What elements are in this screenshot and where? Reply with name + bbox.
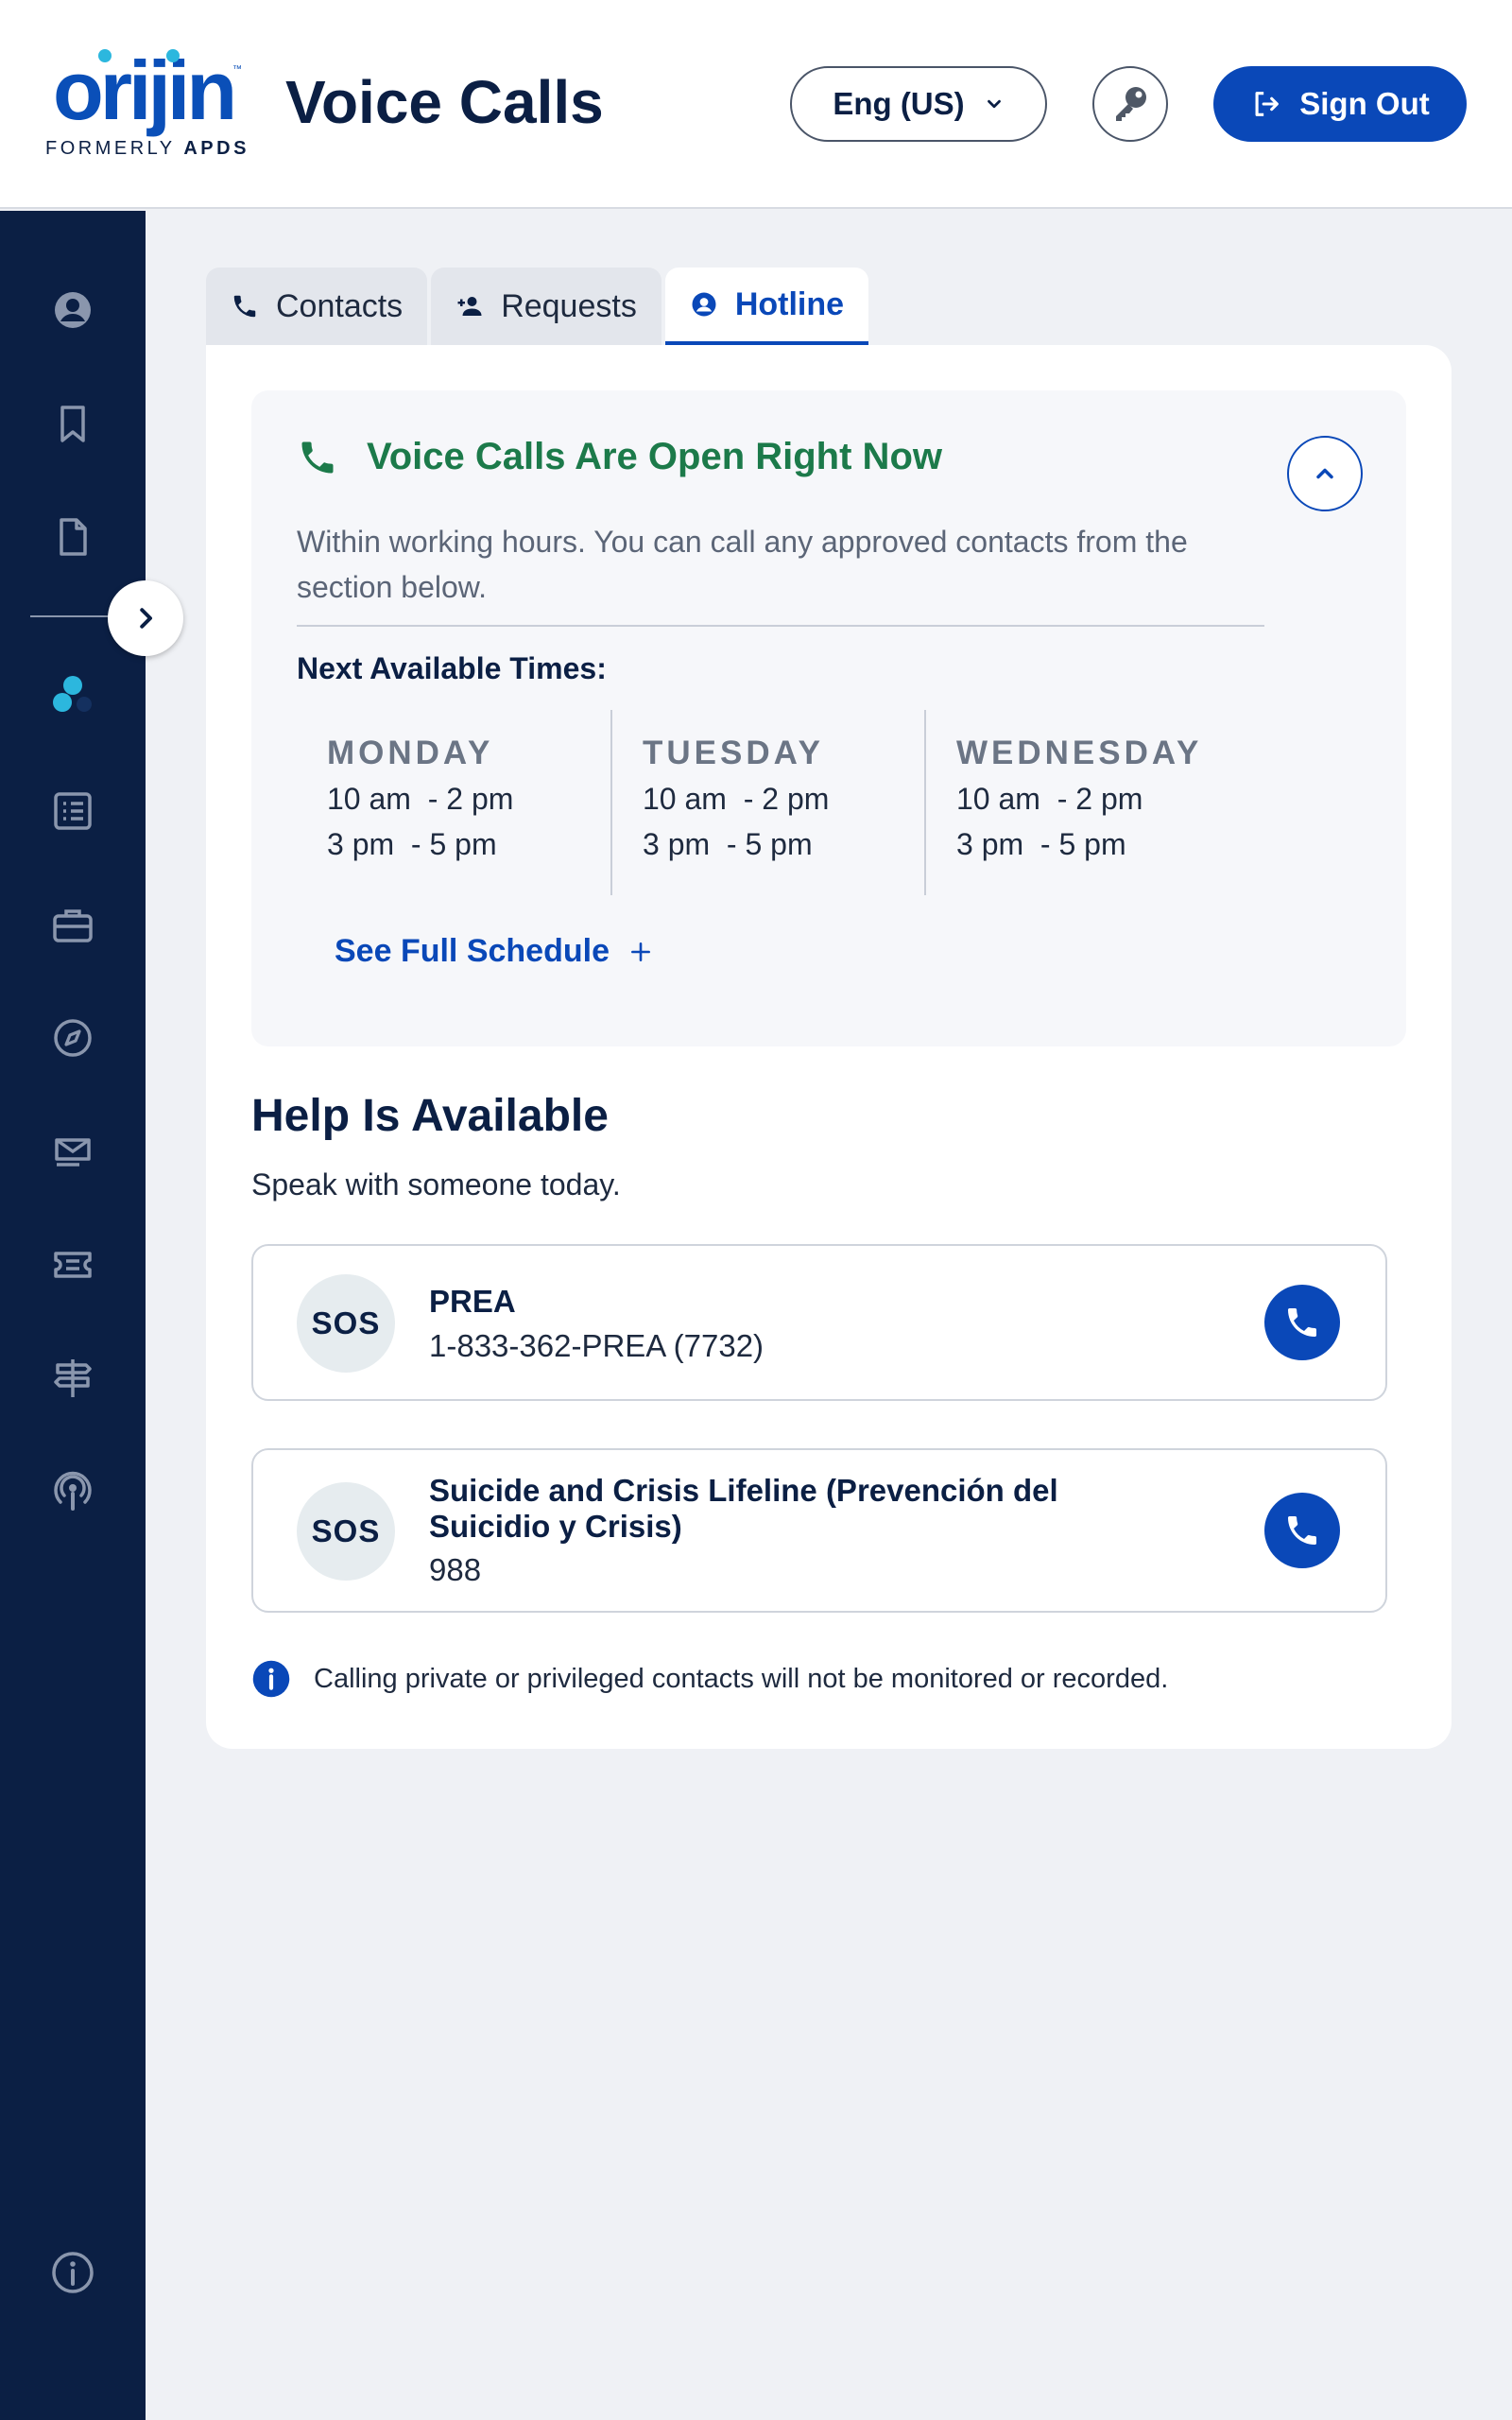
tab-contacts[interactable]: Contacts bbox=[206, 268, 428, 345]
plus-icon bbox=[631, 942, 650, 961]
sign-out-icon bbox=[1255, 92, 1280, 116]
time-slot: 3 pm - 5 pm bbox=[327, 827, 497, 861]
tab-requests[interactable]: Requests bbox=[431, 268, 662, 345]
schedule-day: TUESDAY 10 am - 2 pm 3 pm - 5 pm bbox=[610, 710, 924, 895]
messaging-dots-icon bbox=[53, 676, 92, 712]
sos-badge: SOS bbox=[297, 1274, 395, 1373]
next-available-label: Next Available Times: bbox=[297, 651, 607, 685]
chevron-up-icon bbox=[1316, 468, 1333, 479]
sidebar-item-messaging[interactable] bbox=[45, 666, 100, 721]
hotline-name: Suicide and Crisis Lifeline (Prevención … bbox=[429, 1473, 1058, 1544]
schedule-days: MONDAY 10 am - 2 pm 3 pm - 5 pm TUESDAY … bbox=[297, 710, 1238, 895]
sidebar-expand-button[interactable] bbox=[108, 580, 183, 656]
hotline-panel: Voice Calls Are Open Right Now Within wo… bbox=[206, 345, 1452, 1749]
page-title: Voice Calls bbox=[285, 68, 604, 136]
sidebar-nav bbox=[0, 211, 146, 2420]
key-button[interactable] bbox=[1092, 66, 1168, 142]
tab-hotline[interactable]: Hotline bbox=[664, 268, 869, 345]
hotline-card-prea: SOS PREA 1-833-362-PREA (7732) bbox=[251, 1244, 1387, 1401]
logo-subtitle-brand: APDS bbox=[183, 138, 249, 159]
day-name: TUESDAY bbox=[643, 735, 825, 771]
info-icon bbox=[52, 2252, 94, 2293]
tab-label: Hotline bbox=[734, 285, 845, 322]
add-user-icon bbox=[457, 297, 482, 316]
sidebar-item-documents[interactable] bbox=[45, 510, 100, 564]
time-slot: 10 am - 2 pm bbox=[643, 782, 830, 816]
status-title: Voice Calls Are Open Right Now bbox=[367, 436, 942, 477]
orijin-logo[interactable]: orijin ™ FORMERLY APDS bbox=[45, 43, 263, 160]
day-name: WEDNESDAY bbox=[956, 735, 1203, 771]
sidebar-item-list[interactable] bbox=[45, 784, 100, 838]
sidebar-item-profile[interactable] bbox=[45, 283, 100, 337]
time-slot: 10 am - 2 pm bbox=[327, 782, 514, 816]
info-icon bbox=[252, 1660, 290, 1698]
mail-icon bbox=[55, 1138, 91, 1167]
signpost-icon bbox=[54, 1359, 92, 1397]
phone-icon bbox=[301, 441, 334, 473]
sidebar-item-jobs[interactable] bbox=[45, 897, 100, 952]
time-slot: 3 pm - 5 pm bbox=[643, 827, 813, 861]
status-description: Within working hours. You can call any a… bbox=[297, 525, 1188, 604]
compass-icon bbox=[54, 1019, 92, 1057]
ticket-icon bbox=[54, 1252, 92, 1278]
app-header: orijin ™ FORMERLY APDS Voice Calls Eng (… bbox=[0, 0, 1512, 209]
sidebar-item-bookmarks[interactable] bbox=[45, 396, 100, 451]
schedule-day: WEDNESDAY 10 am - 2 pm 3 pm - 5 pm bbox=[924, 710, 1238, 895]
logo-dot bbox=[166, 49, 180, 62]
hotline-name: PREA bbox=[429, 1284, 516, 1319]
time-slot: 3 pm - 5 pm bbox=[956, 827, 1126, 861]
logo-subtitle-prefix: FORMERLY bbox=[45, 138, 184, 159]
phone-icon bbox=[233, 295, 256, 318]
sos-badge: SOS bbox=[297, 1482, 395, 1581]
logo-wordmark: orijin bbox=[53, 43, 237, 137]
status-divider bbox=[297, 625, 1264, 627]
language-label: Eng (US) bbox=[833, 86, 965, 121]
sign-out-button[interactable]: Sign Out bbox=[1213, 66, 1467, 142]
hotline-card-suicide-crisis: SOS Suicide and Crisis Lifeline (Prevenc… bbox=[251, 1448, 1387, 1613]
user-circle-icon bbox=[692, 292, 716, 317]
tab-label: Requests bbox=[501, 287, 637, 324]
phone-icon bbox=[1288, 1308, 1316, 1337]
sidebar-item-info[interactable] bbox=[45, 2245, 100, 2300]
chevron-right-icon bbox=[140, 608, 152, 629]
sign-out-label: Sign Out bbox=[1299, 86, 1430, 121]
sidebar-item-mail[interactable] bbox=[45, 1124, 100, 1179]
language-selector[interactable]: Eng (US) bbox=[790, 66, 1047, 142]
sidebar-item-podcasts[interactable] bbox=[45, 1464, 100, 1519]
hotline-number: 988 bbox=[429, 1552, 482, 1587]
voice-call-tabs: Contacts Requests Hotline bbox=[206, 268, 869, 345]
briefcase-icon bbox=[53, 909, 93, 942]
status-header: Voice Calls Are Open Right Now bbox=[297, 436, 942, 478]
sidebar-item-explore[interactable] bbox=[45, 1011, 100, 1065]
schedule-day: MONDAY 10 am - 2 pm 3 pm - 5 pm bbox=[297, 710, 610, 895]
call-status-box: Voice Calls Are Open Right Now Within wo… bbox=[251, 390, 1406, 1046]
tab-label: Contacts bbox=[276, 287, 404, 324]
list-icon bbox=[54, 792, 92, 830]
day-name: MONDAY bbox=[327, 735, 494, 771]
hotline-number: 1-833-362-PREA (7732) bbox=[429, 1328, 765, 1363]
schedule-link-label: See Full Schedule bbox=[335, 933, 610, 969]
logo-dot bbox=[98, 49, 112, 62]
call-button[interactable] bbox=[1264, 1285, 1340, 1360]
sidebar-item-tickets[interactable] bbox=[45, 1237, 100, 1292]
podcast-icon bbox=[54, 1471, 92, 1511]
phone-icon bbox=[1288, 1516, 1316, 1545]
chevron-down-icon bbox=[987, 99, 1001, 109]
help-title: Help Is Available bbox=[251, 1091, 609, 1141]
collapse-button[interactable] bbox=[1287, 436, 1363, 511]
see-full-schedule-link[interactable]: See Full Schedule bbox=[335, 933, 653, 970]
sidebar-divider bbox=[30, 615, 115, 617]
key-icon bbox=[1116, 87, 1146, 121]
logo-subtitle: FORMERLY APDS bbox=[45, 138, 249, 160]
time-slot: 10 am - 2 pm bbox=[956, 782, 1143, 816]
user-circle-icon bbox=[55, 292, 91, 328]
privacy-note: Calling private or privileged contacts w… bbox=[251, 1659, 1168, 1699]
privacy-note-text: Calling private or privileged contacts w… bbox=[314, 1663, 1169, 1694]
sidebar-item-directions[interactable] bbox=[45, 1351, 100, 1406]
logo-trademark: ™ bbox=[232, 64, 242, 75]
bookmark-icon bbox=[60, 406, 85, 442]
help-subtitle: Speak with someone today. bbox=[251, 1167, 621, 1201]
call-button[interactable] bbox=[1264, 1493, 1340, 1568]
document-icon bbox=[60, 518, 87, 556]
